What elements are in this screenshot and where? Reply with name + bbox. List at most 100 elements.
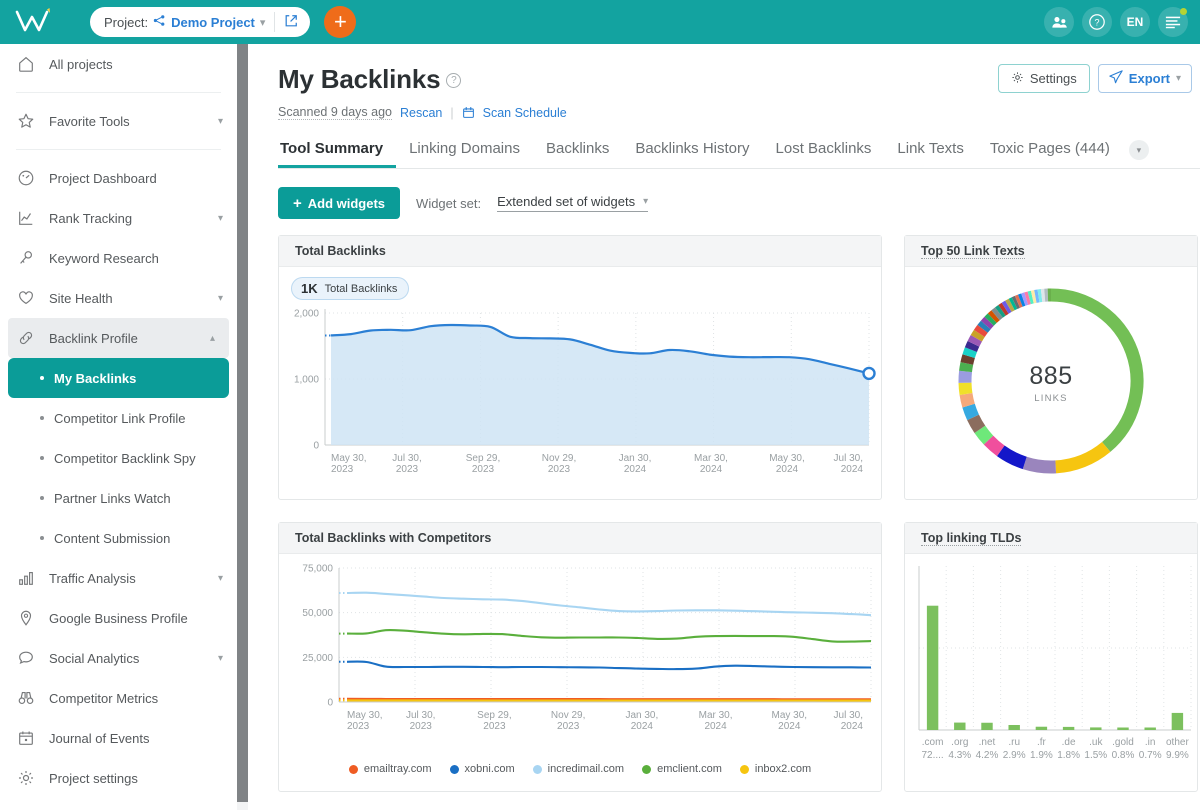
chevron-down-icon[interactable]: ▾ [260, 16, 266, 29]
help-icon[interactable]: ? [1082, 7, 1112, 37]
widget-total-backlinks: Total Backlinks 1K Total Backlinks 0 1,00… [278, 235, 882, 500]
add-widgets-label: Add widgets [307, 195, 386, 211]
svg-text:Nov 29,: Nov 29, [542, 453, 576, 464]
legend-item-emclient[interactable]: emclient.com [642, 763, 722, 775]
svg-text:Jan 30,: Jan 30, [619, 453, 652, 464]
sidebar-item-label: Keyword Research [49, 250, 159, 266]
sidebar-item-content-submission[interactable]: Content Submission [0, 518, 237, 558]
paper-plane-icon [1109, 70, 1123, 87]
widget-set-label: Widget set: [416, 195, 482, 211]
svg-text:0.7%: 0.7% [1139, 750, 1162, 761]
sidebar-item-label: Journal of Events [49, 730, 150, 746]
total-backlinks-chart[interactable]: 01,0002,000May 30,2023Jul 30,2023Sep 29,… [279, 267, 881, 499]
sidebar-item-all-projects[interactable]: All projects [0, 44, 237, 84]
svg-text:2023: 2023 [347, 721, 370, 732]
sidebar-item-google-business-profile[interactable]: Google Business Profile [0, 598, 237, 638]
chevron-up-icon[interactable]: ▴ [210, 333, 215, 344]
sidebar-item-competitor-metrics[interactable]: Competitor Metrics [0, 678, 237, 718]
svg-text:May 30,: May 30, [769, 453, 805, 464]
bullet-icon [40, 416, 44, 420]
sidebar-scrollbar[interactable] [237, 44, 248, 810]
widget-header: Top linking TLDs [905, 523, 1197, 554]
add-widgets-button[interactable]: + Add widgets [278, 187, 401, 219]
sidebar-item-rank-tracking[interactable]: Rank Tracking ▾ [0, 198, 237, 238]
gear-icon [1011, 71, 1024, 87]
svg-text:2023: 2023 [410, 721, 433, 732]
sidebar-item-competitor-link-profile[interactable]: Competitor Link Profile [0, 398, 237, 438]
sidebar-item-label: Favorite Tools [49, 113, 130, 129]
sidebar-item-project-settings[interactable]: Project settings [0, 758, 237, 798]
chevron-down-icon[interactable]: ▾ [218, 213, 223, 224]
sidebar-item-journal-of-events[interactable]: Journal of Events [0, 718, 237, 758]
sidebar-item-project-dashboard[interactable]: Project Dashboard [0, 158, 237, 198]
project-selector[interactable]: Project: Demo Project ▾ [90, 7, 311, 37]
sidebar-item-backlink-profile[interactable]: Backlink Profile ▴ [8, 318, 229, 358]
legend-item-incredimail[interactable]: incredimail.com [532, 763, 624, 775]
sidebar-item-competitor-backlink-spy[interactable]: Competitor Backlink Spy [0, 438, 237, 478]
tab-backlinks-history[interactable]: Backlinks History [622, 134, 762, 168]
badge-value: 1K [301, 281, 318, 296]
chevron-down-icon[interactable]: ▾ [1128, 140, 1149, 160]
widget-set-select[interactable]: Extended set of widgets ▾ [497, 194, 649, 212]
sidebar-item-keyword-research[interactable]: Keyword Research [0, 238, 237, 278]
settings-label: Settings [1029, 71, 1077, 86]
svg-text:Mar 30,: Mar 30, [694, 453, 728, 464]
chevron-down-icon[interactable]: ▾ [218, 573, 223, 584]
sidebar-item-traffic-analysis[interactable]: Traffic Analysis ▾ [0, 558, 237, 598]
sidebar-item-label: Social Analytics [49, 650, 140, 666]
donut-center-label: 885 LINKS [1029, 362, 1072, 404]
scan-schedule-link[interactable]: Scan Schedule [483, 106, 567, 120]
legend-item-inbox2[interactable]: inbox2.com [739, 763, 812, 775]
widget-header: Top 50 Link Texts [905, 236, 1197, 267]
sidebar-item-my-backlinks[interactable]: My Backlinks [8, 358, 229, 398]
help-icon[interactable]: ? [446, 73, 462, 88]
export-button[interactable]: Export ▾ [1097, 64, 1192, 93]
language-switcher[interactable]: EN [1120, 7, 1150, 37]
legend-item-xobni[interactable]: xobni.com [449, 763, 515, 775]
rescan-link[interactable]: Rescan [400, 106, 442, 120]
tab-lost-backlinks[interactable]: Lost Backlinks [763, 134, 885, 168]
chevron-down-icon[interactable]: ▾ [218, 293, 223, 304]
hamburger-icon[interactable] [1158, 7, 1188, 37]
svg-text:.net: .net [979, 737, 996, 748]
scanned-text[interactable]: Scanned 9 days ago [278, 105, 392, 120]
chevron-down-icon[interactable]: ▾ [218, 116, 223, 127]
settings-button[interactable]: Settings [997, 64, 1090, 93]
legend-swatch [348, 764, 358, 774]
legend-item-emailtray[interactable]: emailtray.com [348, 763, 432, 775]
project-label: Project: [104, 14, 149, 30]
top-bar: Project: Demo Project ▾ + ? EN [0, 0, 1200, 44]
widget-title[interactable]: Top 50 Link Texts [921, 244, 1025, 259]
competitors-chart[interactable]: 025,00050,00075,000May 30,2023Jul 30,202… [279, 554, 881, 754]
tab-link-texts[interactable]: Link Texts [884, 134, 976, 168]
sidebar-item-partner-links-watch[interactable]: Partner Links Watch [0, 478, 237, 518]
svg-text:2024: 2024 [700, 464, 723, 475]
users-icon[interactable] [1044, 7, 1074, 37]
svg-text:50,000: 50,000 [302, 608, 333, 619]
chevron-down-icon[interactable]: ▾ [218, 653, 223, 664]
tab-backlinks[interactable]: Backlinks [533, 134, 622, 168]
tab-toxic-pages[interactable]: Toxic Pages (444) [977, 134, 1123, 168]
chevron-down-icon[interactable]: ▾ [1176, 73, 1181, 84]
main-content: My Backlinks ? Settings Export ▾ Scanned… [248, 44, 1200, 810]
app-logo[interactable] [0, 0, 70, 44]
top-tlds-chart[interactable]: .com 72.... .org 4.3% .net 4.2% .ru 2.9% .fr 1.9%… [905, 554, 1197, 786]
legend-label: inbox2.com [754, 763, 812, 775]
add-button[interactable]: + [324, 6, 357, 38]
widget-title[interactable]: Top linking TLDs [921, 531, 1022, 546]
notification-badge [1180, 8, 1187, 15]
home-icon [16, 54, 36, 74]
legend-swatch [642, 764, 652, 774]
external-link-icon[interactable] [284, 14, 298, 31]
svg-text:.org: .org [951, 737, 968, 748]
svg-text:May 30,: May 30, [347, 710, 383, 721]
sidebar-item-favorite-tools[interactable]: Favorite Tools ▾ [0, 101, 237, 141]
tab-linking-domains[interactable]: Linking Domains [396, 134, 533, 168]
svg-text:75,000: 75,000 [302, 564, 333, 575]
sidebar-item-site-health[interactable]: Site Health ▾ [0, 278, 237, 318]
bullet-icon [40, 376, 44, 380]
sidebar-item-social-analytics[interactable]: Social Analytics ▾ [0, 638, 237, 678]
tab-tool-summary[interactable]: Tool Summary [278, 134, 396, 168]
scrollbar-thumb[interactable] [237, 44, 248, 802]
svg-text:Jan 30,: Jan 30, [625, 710, 658, 721]
